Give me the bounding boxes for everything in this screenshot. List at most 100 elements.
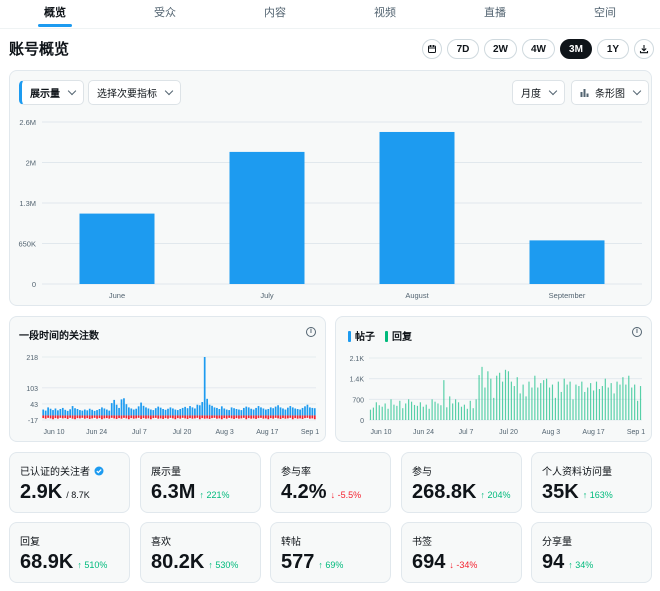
metric-label: 已认证的关注者 [20, 467, 90, 478]
loss-bar [284, 415, 287, 419]
gain-bar [130, 408, 133, 416]
metric-label-row: 喜欢 [151, 533, 171, 548]
loss-bar [260, 415, 262, 418]
loss-bar [145, 415, 147, 419]
gain-bar [132, 409, 135, 416]
x-tick-label: Aug 3 [542, 429, 560, 436]
metric-change: ↑ 69% [318, 560, 344, 570]
loss-bar [218, 415, 221, 419]
gain-bar [223, 408, 226, 416]
gain-bar [213, 407, 216, 416]
loss-bar [66, 415, 69, 419]
bar [529, 240, 605, 284]
loss-bar [208, 415, 211, 419]
reply-bar [540, 383, 542, 420]
range-3m-button[interactable]: 3M [560, 39, 592, 59]
gain-bar [306, 404, 309, 416]
gain-bar [74, 408, 76, 416]
gain-bar [311, 407, 314, 416]
metric-card[interactable]: 转帖 577 ↑ 69% [270, 522, 391, 583]
gain-bar [228, 410, 231, 416]
loss-bar [69, 415, 71, 418]
loss-bar [152, 415, 155, 419]
range-7d-button[interactable]: 7D [447, 39, 479, 59]
metric-card[interactable]: 喜欢 80.2K ↑ 530% [140, 522, 261, 583]
loss-bar [220, 415, 223, 420]
gain-bar [262, 408, 265, 416]
reply-bar [534, 375, 536, 420]
reply-bar [581, 381, 583, 420]
gain-bar [159, 407, 162, 416]
reply-bar [628, 375, 630, 420]
reply-bar [504, 369, 507, 420]
loss-bar [172, 415, 174, 419]
tab-video[interactable]: 视频 [330, 0, 440, 28]
gain-bar [284, 409, 287, 416]
tab-spaces[interactable]: 空间 [550, 0, 660, 28]
metric-card[interactable]: 个人资料访问量 35K ↑ 163% [531, 452, 652, 513]
y-tick-label: 0 [360, 418, 364, 425]
gain-bar [140, 402, 142, 416]
metric-label-row: 分享量 [542, 533, 572, 548]
metric-card[interactable]: 已认证的关注者 2.9K/ 8.7K [9, 452, 130, 513]
loss-bar [313, 415, 316, 420]
metric-card[interactable]: 参与率 4.2% ↓ -5.5% [270, 452, 391, 513]
reply-bar [496, 375, 498, 420]
reply-bar [569, 381, 571, 420]
gain-bar [164, 409, 167, 416]
download-button[interactable] [634, 39, 654, 59]
gain-bar [225, 409, 228, 416]
reply-bar [537, 387, 539, 420]
metric-value: 2.9K [20, 481, 63, 503]
gain-bar [247, 407, 250, 416]
reply-bar [378, 405, 380, 420]
gain-bar [238, 409, 240, 416]
gain-bar [250, 408, 253, 416]
reply-bar [566, 384, 568, 420]
gain-bar [115, 404, 118, 416]
calendar-button[interactable] [422, 39, 442, 59]
metric-card[interactable]: 回复 68.9K ↑ 510% [9, 522, 130, 583]
tab-live[interactable]: 直播 [440, 0, 550, 28]
tab-audience[interactable]: 受众 [110, 0, 220, 28]
gain-bar [54, 408, 57, 416]
gain-bar [198, 405, 201, 416]
metric-card[interactable]: 展示量 6.3M ↑ 221% [140, 452, 261, 513]
reply-bar [387, 408, 389, 420]
range-4w-button[interactable]: 4W [522, 39, 555, 59]
metric-label: 个人资料访问量 [542, 467, 612, 478]
loss-bar [169, 415, 172, 418]
metric-label-row: 参与 [412, 463, 432, 478]
reply-bar [449, 396, 451, 420]
range-1y-button[interactable]: 1Y [597, 39, 629, 59]
metric-change: ↑ 34% [568, 560, 594, 570]
metric-card[interactable]: 书签 694 ↓ -34% [401, 522, 522, 583]
reply-bar [501, 381, 504, 420]
loss-bar [206, 415, 208, 419]
y-tick-label: 1.3M [19, 199, 36, 208]
reply-bar [396, 405, 398, 420]
loss-bar [255, 415, 257, 419]
impressions-bar-chart: 0 650K 1.3M 2M 2.6M June July August September [18, 118, 642, 300]
loss-bar [225, 415, 228, 419]
reply-bar [587, 387, 589, 420]
loss-bar [103, 415, 106, 419]
metric-label: 参与 [412, 467, 432, 478]
metric-card[interactable]: 参与 268.8K ↑ 204% [401, 452, 522, 513]
tab-overview[interactable]: 概览 [0, 0, 110, 28]
top-nav: 概览 受众 内容 视频 直播 空间 [0, 0, 660, 29]
x-tick-label: July [260, 291, 274, 300]
reply-bar [560, 391, 562, 420]
range-2w-button[interactable]: 2W [484, 39, 517, 59]
gain-bar [240, 410, 243, 416]
y-tick-label: 2.1K [350, 356, 365, 363]
gain-bar [113, 399, 116, 416]
metric-value-row: 35K ↑ 163% [542, 481, 613, 504]
loss-bar [64, 415, 67, 419]
loss-bar [262, 415, 265, 419]
gain-bar [257, 406, 260, 416]
metric-card[interactable]: 分享量 94 ↑ 34% [531, 522, 652, 583]
gain-bar [44, 410, 47, 416]
tab-content[interactable]: 内容 [220, 0, 330, 28]
reply-bar [475, 399, 477, 420]
